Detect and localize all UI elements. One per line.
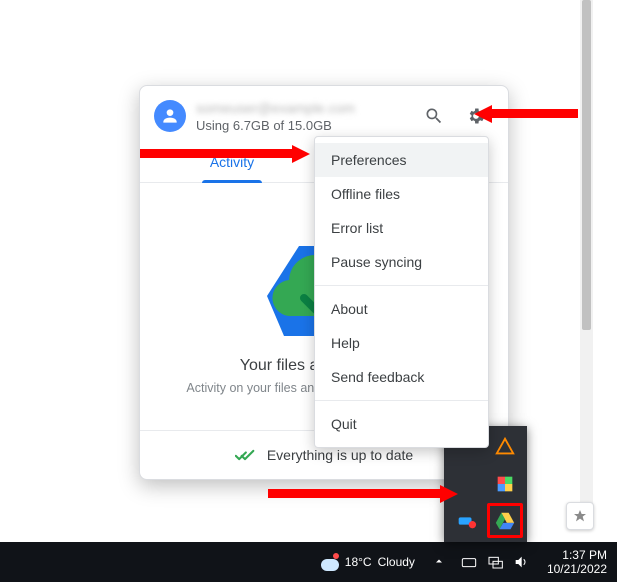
tab-activity[interactable]: Activity (140, 142, 324, 182)
avatar[interactable] (154, 100, 186, 132)
scrollbar[interactable] (580, 0, 593, 520)
clock-date: 10/21/2022 (547, 562, 607, 576)
google-drive-icon (494, 510, 516, 532)
shield-icon (494, 473, 516, 495)
menu-divider (315, 285, 488, 286)
popup-header: someuser@example.com Using 6.7GB of 15.0… (140, 86, 508, 142)
taskbar-weather[interactable]: 18°C Cloudy (311, 553, 425, 571)
notes-button[interactable] (566, 502, 594, 530)
menu-quit[interactable]: Quit (315, 407, 488, 441)
taskbar: 18°C Cloudy 1:37 PM 10/21/2022 (0, 542, 617, 582)
status-text: Everything is up to date (267, 447, 413, 463)
menu-send-feedback[interactable]: Send feedback (315, 360, 488, 394)
menu-help[interactable]: Help (315, 326, 488, 360)
search-button[interactable] (416, 98, 452, 134)
user-info: someuser@example.com Using 6.7GB of 15.0… (196, 100, 406, 133)
settings-menu: Preferences Offline files Error list Pau… (314, 136, 489, 448)
tray-icon-bt[interactable] (448, 503, 485, 538)
tray-icon-app[interactable] (487, 430, 524, 465)
plus-icon (572, 508, 588, 524)
tray-icon-security[interactable] (487, 467, 524, 502)
network-icon[interactable] (487, 554, 503, 570)
volume-icon[interactable] (513, 554, 529, 570)
keyboard-icon[interactable] (461, 554, 477, 570)
taskbar-clock[interactable]: 1:37 PM 10/21/2022 (537, 548, 617, 577)
settings-button[interactable] (458, 98, 494, 134)
menu-pause-syncing[interactable]: Pause syncing (315, 245, 488, 279)
search-icon (424, 106, 444, 126)
weather-icon (321, 553, 339, 571)
tray-chevron[interactable] (425, 555, 453, 570)
device-icon (455, 510, 477, 532)
menu-divider (315, 400, 488, 401)
chevron-up-icon (433, 555, 445, 567)
menu-error-list[interactable]: Error list (315, 211, 488, 245)
triangle-icon (494, 436, 516, 458)
taskbar-status-icons (453, 554, 537, 570)
menu-about[interactable]: About (315, 292, 488, 326)
tray-icon-google-drive[interactable] (487, 503, 524, 538)
gear-icon (466, 106, 486, 126)
tray-icon-3[interactable] (448, 467, 485, 502)
menu-preferences[interactable]: Preferences (315, 143, 488, 177)
user-email: someuser@example.com (196, 100, 406, 116)
weather-cond: Cloudy (378, 555, 415, 569)
user-icon (160, 106, 180, 126)
menu-offline-files[interactable]: Offline files (315, 177, 488, 211)
clock-time: 1:37 PM (547, 548, 607, 562)
weather-temp: 18°C (345, 555, 372, 569)
double-check-icon (235, 445, 255, 465)
storage-usage: Using 6.7GB of 15.0GB (196, 118, 406, 133)
